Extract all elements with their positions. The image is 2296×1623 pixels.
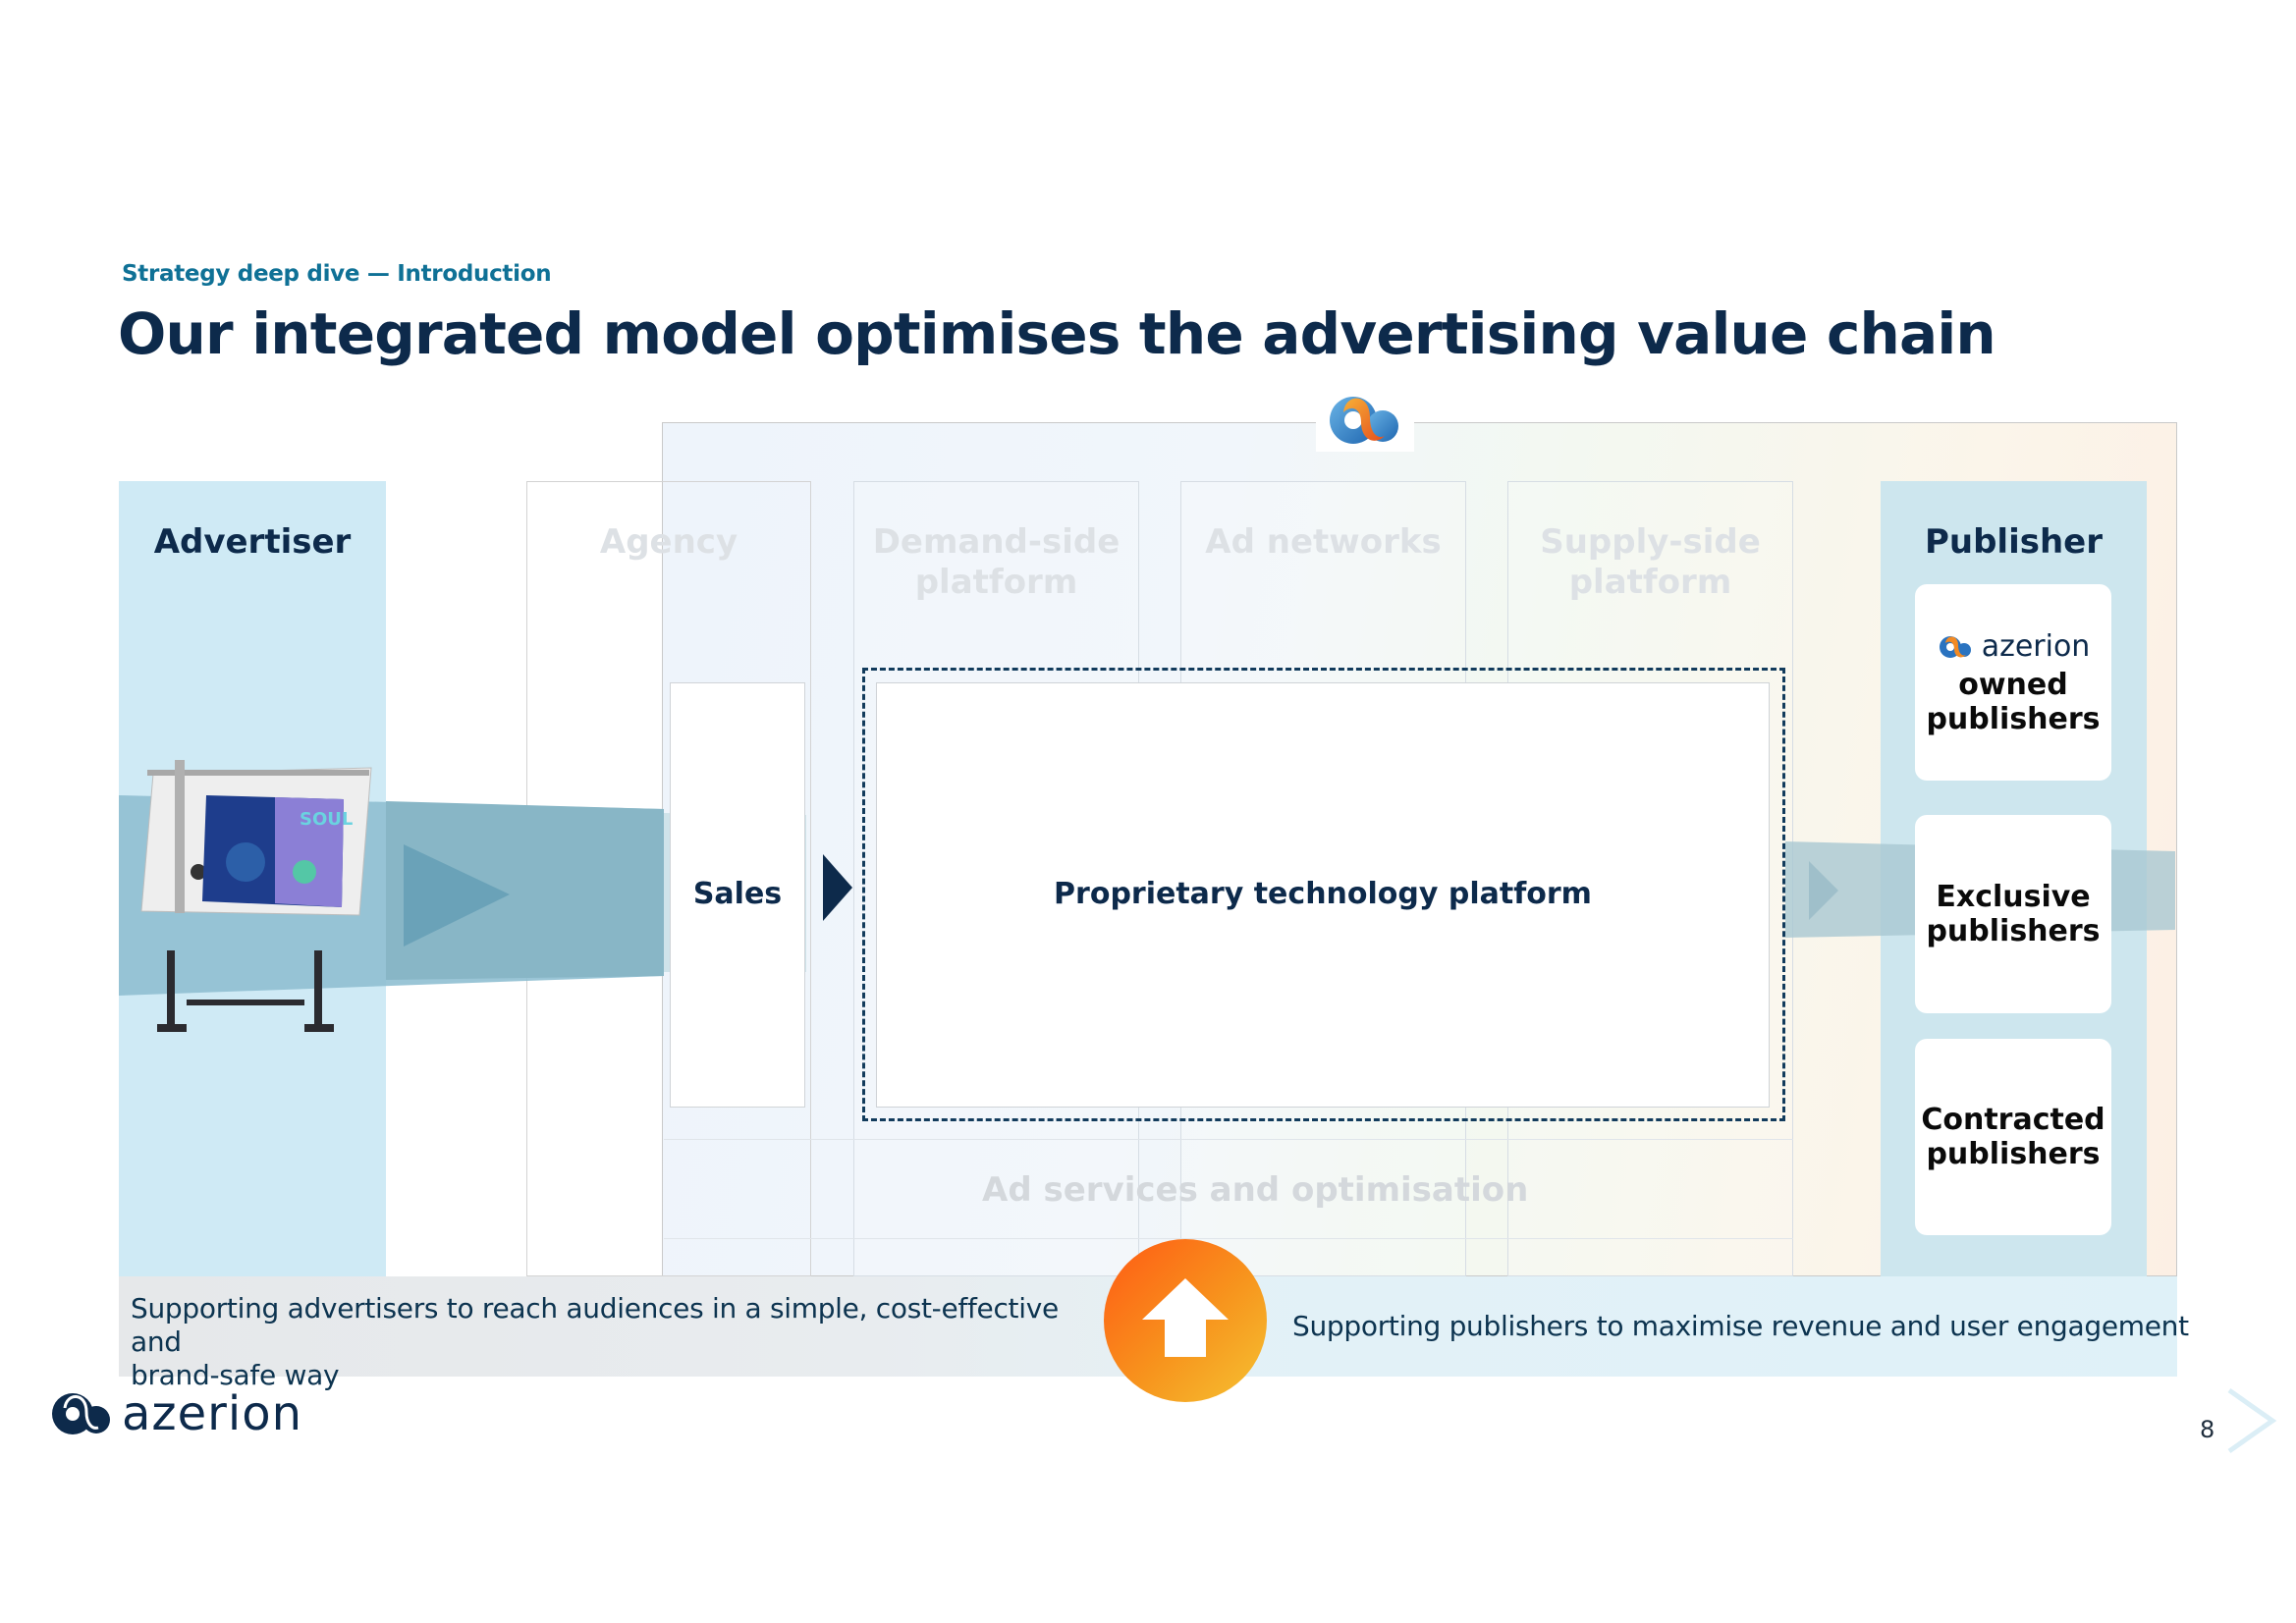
publisher-benefit-text: Supporting publishers to maximise revenu…	[1292, 1310, 2189, 1342]
azerion-footer-symbol-icon	[52, 1393, 110, 1434]
advertiser-benefit-text: Supporting advertisers to reach audience…	[131, 1292, 1093, 1392]
sales-label: Sales	[692, 877, 783, 911]
footer-logo: azerion	[49, 1386, 302, 1441]
page-title: Our integrated model optimises the adver…	[118, 300, 1996, 367]
azerion-brand-text: azerion	[1981, 628, 2091, 664]
azerion-symbol-small-icon	[1939, 636, 1971, 658]
arrow-right-navy-icon	[823, 854, 852, 921]
advertiser-label: Advertiser	[153, 522, 352, 562]
publisher-card-owned: azerion owned publishers	[1915, 584, 2111, 781]
next-page-arrow-icon[interactable]	[2221, 1386, 2280, 1455]
ad-services-label: Ad services and optimisation	[982, 1170, 1529, 1210]
publisher-card-line1: Exclusive	[1936, 880, 2091, 914]
azerion-brand-mark: azerion	[1937, 628, 2091, 664]
advertiser-benefit-line1: Supporting advertisers to reach audience…	[131, 1292, 1059, 1358]
advertiser-billboard-image: SOUL	[140, 760, 372, 1032]
ssp-label-line1: Supply-side	[1540, 522, 1761, 562]
dsp-label: Demand-side platform	[853, 522, 1139, 603]
publisher-card-line2: publishers	[1926, 914, 2101, 948]
publisher-card-line1: owned	[1958, 667, 2068, 702]
agency-label: Agency	[599, 522, 738, 562]
publisher-card-contracted: Contracted publishers	[1915, 1039, 2111, 1235]
ssp-label: Supply-side platform	[1507, 522, 1793, 603]
arrow-up-icon	[1142, 1278, 1229, 1357]
publisher-card-line2: publishers	[1926, 1137, 2101, 1171]
platform-label: Proprietary technology platform	[1054, 877, 1592, 911]
dsp-label-line2: platform	[914, 563, 1078, 602]
azerion-symbol-logo	[1316, 383, 1414, 452]
ad-networks-label: Ad networks	[1205, 522, 1442, 562]
publisher-card-exclusive: Exclusive publishers	[1915, 815, 2111, 1013]
publisher-card-line2: publishers	[1926, 701, 2101, 736]
section-label: Strategy deep dive — Introduction	[122, 261, 552, 287]
azerion-symbol-icon	[1330, 397, 1398, 444]
page-number: 8	[2200, 1416, 2215, 1443]
footer-brand-text: azerion	[122, 1386, 302, 1441]
publisher-card-line1: Contracted	[1921, 1103, 2105, 1137]
ssp-label-line2: platform	[1568, 563, 1732, 602]
publisher-label: Publisher	[1924, 522, 2104, 562]
dsp-label-line1: Demand-side	[872, 522, 1121, 562]
svg-text:SOUL: SOUL	[300, 809, 353, 830]
